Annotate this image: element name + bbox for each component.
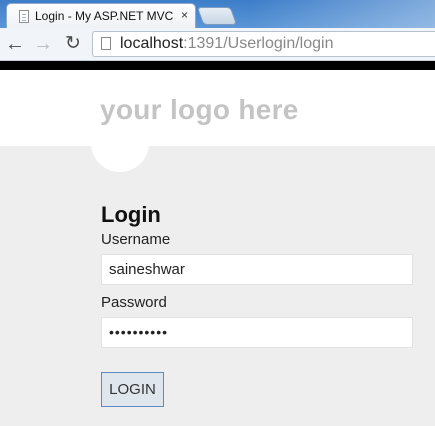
tab-title: Login - My ASP.NET MVC xyxy=(35,9,173,23)
tab-login[interactable]: Login - My ASP.NET MVC × xyxy=(6,3,196,29)
close-icon[interactable]: × xyxy=(181,8,188,22)
content-area xyxy=(0,146,435,426)
forward-arrow-icon[interactable]: → xyxy=(32,33,54,55)
site-logo[interactable]: your logo here xyxy=(100,94,299,126)
address-bar[interactable]: localhost:1391/Userlogin/login xyxy=(92,31,435,57)
back-arrow-icon[interactable]: ← xyxy=(4,33,26,55)
tab-strip-glare xyxy=(250,0,435,28)
tab-strip: Login - My ASP.NET MVC × xyxy=(0,0,435,29)
password-label: Password xyxy=(101,294,167,311)
browser-toolbar: ← → ↻ localhost:1391/Userlogin/login xyxy=(0,28,435,61)
login-button[interactable]: LOGIN xyxy=(101,372,164,407)
page-icon xyxy=(19,10,29,23)
new-tab-button[interactable] xyxy=(196,7,238,25)
url-host: localhost xyxy=(120,35,184,52)
username-label: Username xyxy=(101,231,171,248)
url-path: :1391/Userlogin/login xyxy=(183,35,334,52)
page-top-bar xyxy=(0,61,435,70)
username-input[interactable]: saineshwar xyxy=(101,254,413,285)
login-heading: Login xyxy=(101,202,161,227)
page-icon xyxy=(101,37,111,50)
reload-icon[interactable]: ↻ xyxy=(62,33,84,55)
url-text: localhost:1391/Userlogin/login xyxy=(120,35,333,53)
password-input[interactable]: •••••••••• xyxy=(101,317,413,348)
